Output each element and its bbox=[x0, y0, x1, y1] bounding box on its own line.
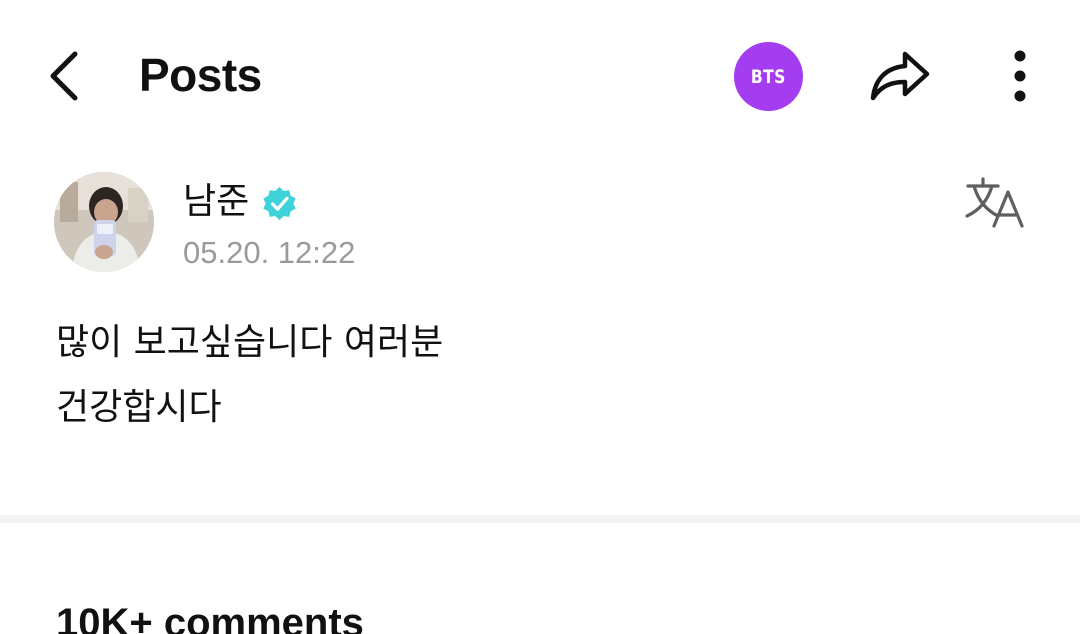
translate-button[interactable] bbox=[958, 172, 1034, 232]
vertical-dots-icon bbox=[1014, 50, 1026, 102]
translate-icon bbox=[965, 177, 1024, 228]
avatar-photo bbox=[54, 172, 154, 272]
page-title: Posts bbox=[139, 49, 262, 101]
share-arrow-icon bbox=[870, 51, 930, 101]
community-badge-button[interactable]: BTS bbox=[734, 42, 803, 111]
chevron-left-icon bbox=[50, 51, 78, 101]
more-options-button[interactable] bbox=[995, 44, 1045, 108]
post-body: 많이 보고싶습니다 여러분 건강합시다 bbox=[56, 310, 1016, 440]
back-button[interactable] bbox=[30, 38, 100, 114]
comments-count-header[interactable]: 10K+ comments bbox=[56, 598, 364, 634]
author-avatar[interactable] bbox=[54, 172, 154, 272]
post-detail-screen: Posts BTS 남준 05.20. 12:22 많이 보고싶습니다 여러분 … bbox=[0, 0, 1080, 634]
top-app-bar: Posts BTS bbox=[0, 0, 1080, 150]
post-timestamp: 05.20. 12:22 bbox=[183, 235, 356, 270]
verified-badge-icon bbox=[263, 186, 296, 221]
post-body-line-1: 많이 보고싶습니다 여러분 bbox=[56, 322, 444, 363]
post-body-line-2: 건강합시다 bbox=[56, 387, 222, 428]
share-button[interactable] bbox=[860, 40, 940, 112]
community-badge-label: BTS bbox=[751, 65, 786, 88]
author-name[interactable]: 남준 bbox=[183, 178, 249, 226]
section-divider bbox=[0, 515, 1080, 523]
